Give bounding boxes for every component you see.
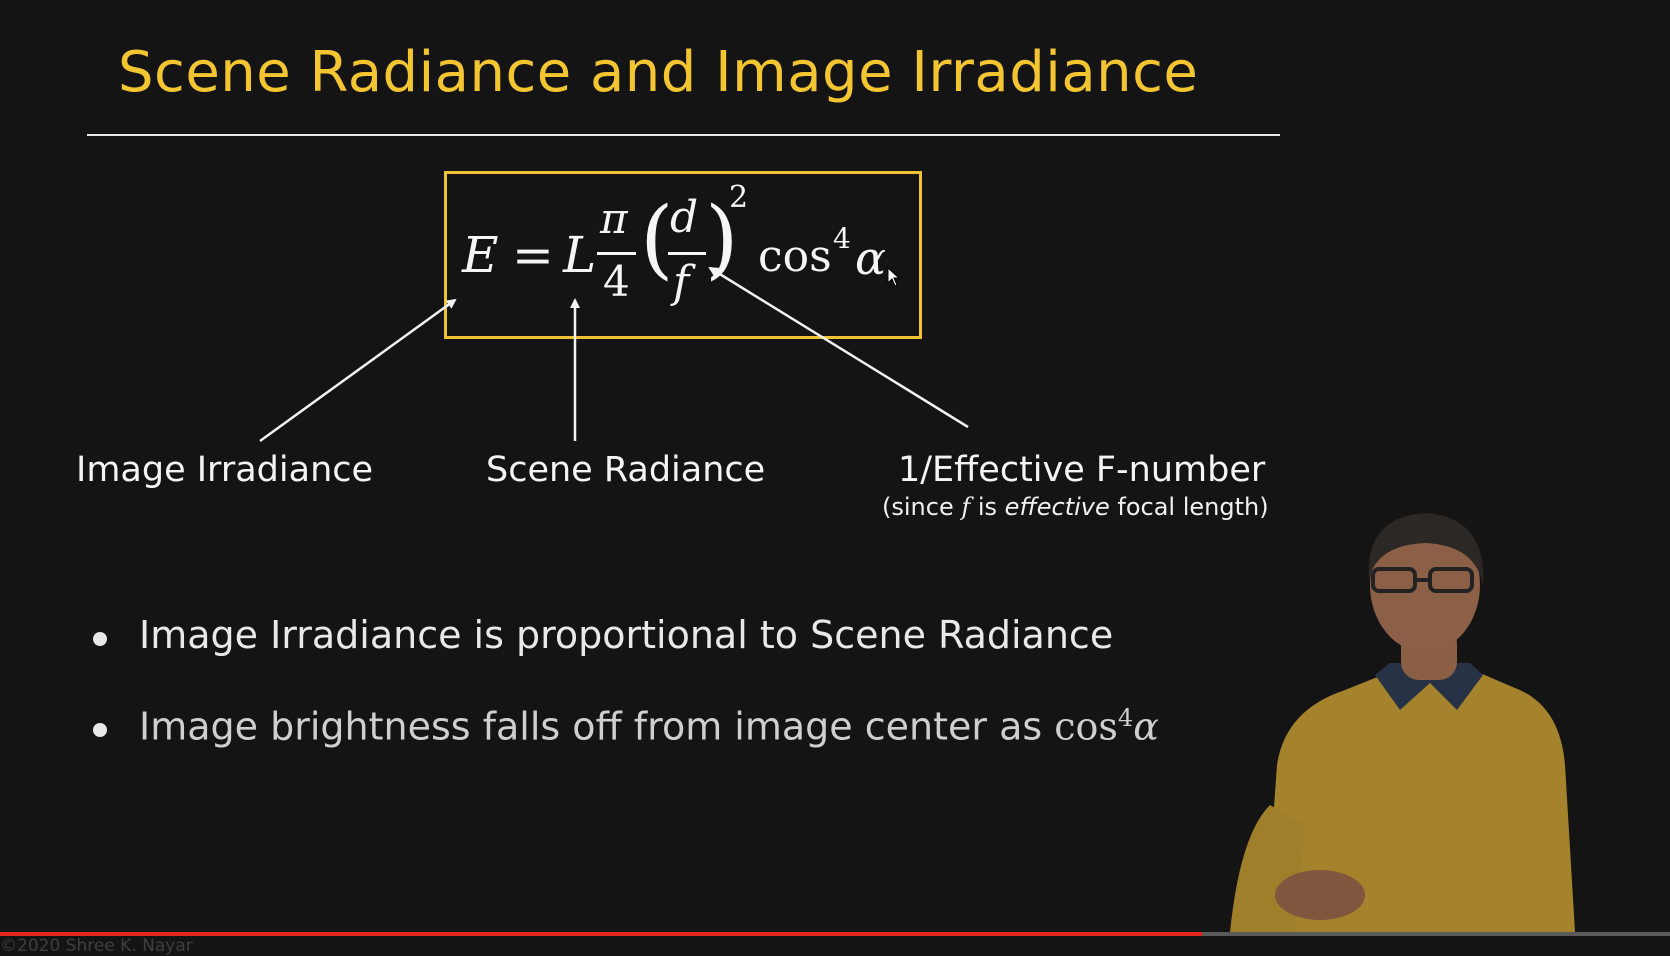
note-text-is: is — [970, 493, 1005, 521]
slide: Scene Radiance and Image Irradiance E = … — [0, 0, 1670, 956]
bullet-2-math-cos: cos — [1054, 704, 1118, 749]
bullet-2-math-alpha: α — [1133, 704, 1159, 749]
arrow-image-irradiance — [259, 298, 457, 443]
label-f-number-note: (since f is effective focal length) — [882, 493, 1269, 521]
video-progress-bar[interactable] — [0, 932, 1670, 936]
presenter-video — [1230, 513, 1575, 932]
note-text-pre: (since — [882, 493, 962, 521]
bullet-2-text: Image brightness falls off from image ce… — [139, 704, 1055, 749]
bullet-1: Image Irradiance is proportional to Scen… — [139, 613, 1114, 657]
presenter-hand — [1275, 870, 1365, 920]
bullet-2-math-power: 4 — [1117, 704, 1134, 732]
bullet-2: Image brightness falls off from image ce… — [139, 704, 1159, 749]
note-text-effective: effective — [1004, 493, 1110, 521]
arrow-f-number — [708, 266, 969, 429]
bullet-dot-1 — [93, 632, 107, 646]
note-math-f: f — [961, 493, 971, 521]
label-f-number: 1/Effective F-number — [898, 450, 1266, 490]
label-image-irradiance: Image Irradiance — [76, 450, 374, 490]
bullet-dot-2 — [93, 723, 107, 737]
copyright-credit: ©2020 Shree K. Nayar — [0, 936, 193, 956]
mouse-pointer-icon — [887, 267, 901, 287]
label-scene-radiance: Scene Radiance — [486, 450, 766, 490]
